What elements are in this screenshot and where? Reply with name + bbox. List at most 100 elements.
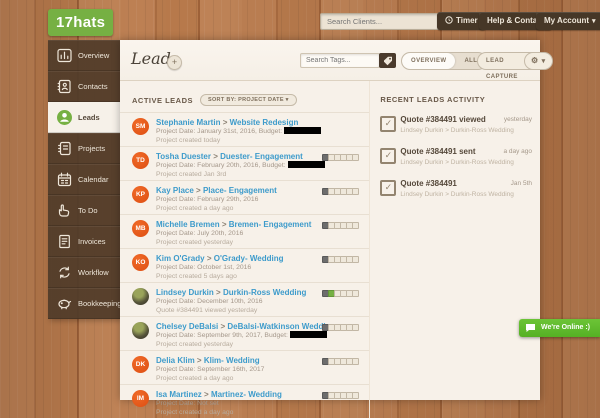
active-leads-header: ACTIVE LEADS [132, 95, 194, 105]
sidebar-item-label: Projects [78, 144, 106, 153]
separator: > [206, 254, 212, 263]
lead-created: Quote #384491 viewed yesterday [156, 307, 258, 314]
sidebar-item-label: Leads [78, 113, 100, 122]
lead-text: Stephanie Martin > Website Redesign Proj… [156, 118, 322, 146]
avatar: DK [132, 356, 149, 373]
lead-progress-bar [322, 256, 360, 263]
lead-row[interactable]: IM Isa Martinez > Martinez- Wedding Proj… [120, 384, 370, 418]
search-tags-input[interactable] [300, 53, 380, 68]
my-account-label: My Account [544, 16, 590, 25]
search-clients-input[interactable] [320, 13, 440, 30]
lead-row[interactable]: KP Kay Place > Place- Engagement Project… [120, 180, 370, 214]
lead-text: Isa Martinez > Martinez- Wedding Project… [156, 390, 282, 418]
lead-detail: Project Date: September 16th, 2017 [156, 366, 265, 373]
settings-dropdown-button[interactable]: ⚙ ▾ [524, 52, 553, 70]
main-header: Leads + OVERVIEW ALL LEAD CAPTURE ⚙▾ [120, 40, 553, 81]
toggle-overview[interactable]: OVERVIEW [402, 53, 456, 69]
lead-contact-link[interactable]: Stephanie Martin [156, 118, 220, 127]
separator: > [222, 118, 228, 127]
lead-created: Project created Jan 3rd [156, 171, 227, 178]
sidebar-item-leads[interactable]: Leads [48, 102, 124, 133]
lead-created: Project created a day ago [156, 375, 234, 382]
lead-row[interactable]: SM Stephanie Martin > Website Redesign P… [120, 112, 370, 146]
sidebar-item-projects[interactable]: Projects [48, 133, 120, 164]
sidebar-item-contacts[interactable]: Contacts [48, 71, 120, 102]
sidebar-item-overview[interactable]: Overview [48, 40, 120, 71]
lead-project-link[interactable]: Bremen- Engagement [229, 220, 312, 229]
activity-item[interactable]: ✓ Quote #384491 viewed Lindsey Durkin > … [380, 115, 532, 140]
lead-project-link[interactable]: O'Grady- Wedding [214, 254, 284, 263]
lead-created: Project created a day ago [156, 205, 234, 212]
sort-by-dropdown[interactable]: SORT BY: PROJECT DATE ▾ [200, 94, 297, 106]
lead-created: Project created yesterday [156, 341, 234, 348]
activity-time: a day ago [503, 148, 532, 155]
separator: > [204, 390, 209, 399]
lead-progress-bar [322, 290, 360, 297]
lead-project-link[interactable]: Durkin-Ross Wedding [223, 288, 306, 297]
lead-project-link[interactable]: Place- Engagement [203, 186, 277, 195]
activity-item[interactable]: ✓ Quote #384491 sent Lindsey Durkin > Du… [380, 147, 532, 172]
piggy-bank-icon [57, 296, 72, 311]
lead-contact-link[interactable]: Delia Klim [156, 356, 195, 365]
lead-row[interactable]: MB Michelle Bremen > Bremen- Engagement … [120, 214, 370, 248]
lead-created: Project created a day ago [156, 409, 234, 416]
redacted-budget [287, 161, 325, 168]
lead-contact-link[interactable]: Kay Place [156, 186, 194, 195]
live-chat-button[interactable]: We're Online :) [519, 319, 600, 337]
lead-contact-link[interactable]: Tosha Duester [156, 152, 211, 161]
sidebar-item-workflow[interactable]: Workflow [48, 257, 120, 288]
lead-progress-bar [322, 324, 360, 331]
avatar [132, 322, 149, 339]
lead-text: Tosha Duester > Duester- Engagement Proj… [156, 152, 325, 180]
lead-row[interactable]: TD Tosha Duester > Duester- Engagement P… [120, 146, 370, 180]
chart-icon [57, 48, 72, 63]
lead-row[interactable]: KO Kim O'Grady > O'Grady- Wedding Projec… [120, 248, 370, 282]
sidebar-item-label: Bookkeeping [78, 299, 122, 308]
lead-text: Kay Place > Place- Engagement Project Da… [156, 186, 277, 214]
invoice-icon [57, 234, 72, 249]
activity-time: Jan 5th [510, 180, 532, 187]
tag-filter-button[interactable] [379, 53, 396, 68]
sidebar: Overview Contacts Leads Projects Calenda… [48, 40, 124, 319]
sidebar-item-todo[interactable]: To Do [48, 195, 120, 226]
lead-project-link[interactable]: DeBalsi-Watkinson Wedding [227, 322, 335, 331]
lead-contact-link[interactable]: Lindsey Durkin [156, 288, 214, 297]
activity-item[interactable]: ✓ Quote #384491 Lindsey Durkin > Durkin-… [380, 179, 532, 204]
lead-detail: Project Date: October 1st, 2016 [156, 264, 252, 271]
lead-text: Delia Klim > Klim- Wedding Project Date:… [156, 356, 264, 384]
chat-label: We're Online :) [541, 324, 590, 331]
sidebar-item-calendar[interactable]: Calendar [48, 164, 120, 195]
lead-project-link[interactable]: Martinez- Wedding [211, 390, 282, 399]
lead-row[interactable]: DK Delia Klim > Klim- Wedding Project Da… [120, 350, 370, 384]
avatar: SM [132, 118, 149, 135]
lead-project-link[interactable]: Website Redesign [230, 118, 299, 127]
lead-detail: Project Date: July 20th, 2016 [156, 230, 244, 237]
sidebar-item-invoices[interactable]: Invoices [48, 226, 120, 257]
separator: > [196, 186, 201, 195]
lead-project-link[interactable]: Klim- Wedding [204, 356, 260, 365]
lead-text: Michelle Bremen > Bremen- Engagement Pro… [156, 220, 311, 248]
add-lead-button[interactable]: + [167, 55, 182, 70]
sidebar-item-label: Calendar [78, 175, 109, 184]
activity-subtitle: Lindsey Durkin > Durkin-Ross Wedding [400, 127, 514, 134]
gear-icon: ⚙ [531, 56, 539, 65]
lead-row[interactable]: Chelsey DeBalsi > DeBalsi-Watkinson Wedd… [120, 316, 370, 350]
lead-contact-link[interactable]: Michelle Bremen [156, 220, 220, 229]
sidebar-item-bookkeeping[interactable]: Bookkeeping [48, 288, 122, 319]
avatar: KP [132, 186, 149, 203]
avatar [132, 288, 149, 305]
lead-contact-link[interactable]: Isa Martinez [156, 390, 202, 399]
redacted-budget [289, 331, 327, 338]
lead-contact-link[interactable]: Kim O'Grady [156, 254, 205, 263]
avatar: MB [132, 220, 149, 237]
activity-subtitle: Lindsey Durkin > Durkin-Ross Wedding [400, 191, 514, 198]
lead-contact-link[interactable]: Chelsey DeBalsi [156, 322, 218, 331]
chevron-down-icon: ▾ [541, 58, 546, 65]
app-logo[interactable]: 17hats [48, 9, 114, 36]
lead-text: Chelsey DeBalsi > DeBalsi-Watkinson Wedd… [156, 322, 335, 350]
lead-detail: Project Date: September 9th, 2017, Budge… [156, 331, 335, 340]
avatar: TD [132, 152, 149, 169]
lead-row[interactable]: Lindsey Durkin > Durkin-Ross Wedding Pro… [120, 282, 370, 316]
lead-project-link[interactable]: Duester- Engagement [220, 152, 303, 161]
my-account-button[interactable]: My Account ▾ [536, 12, 600, 30]
